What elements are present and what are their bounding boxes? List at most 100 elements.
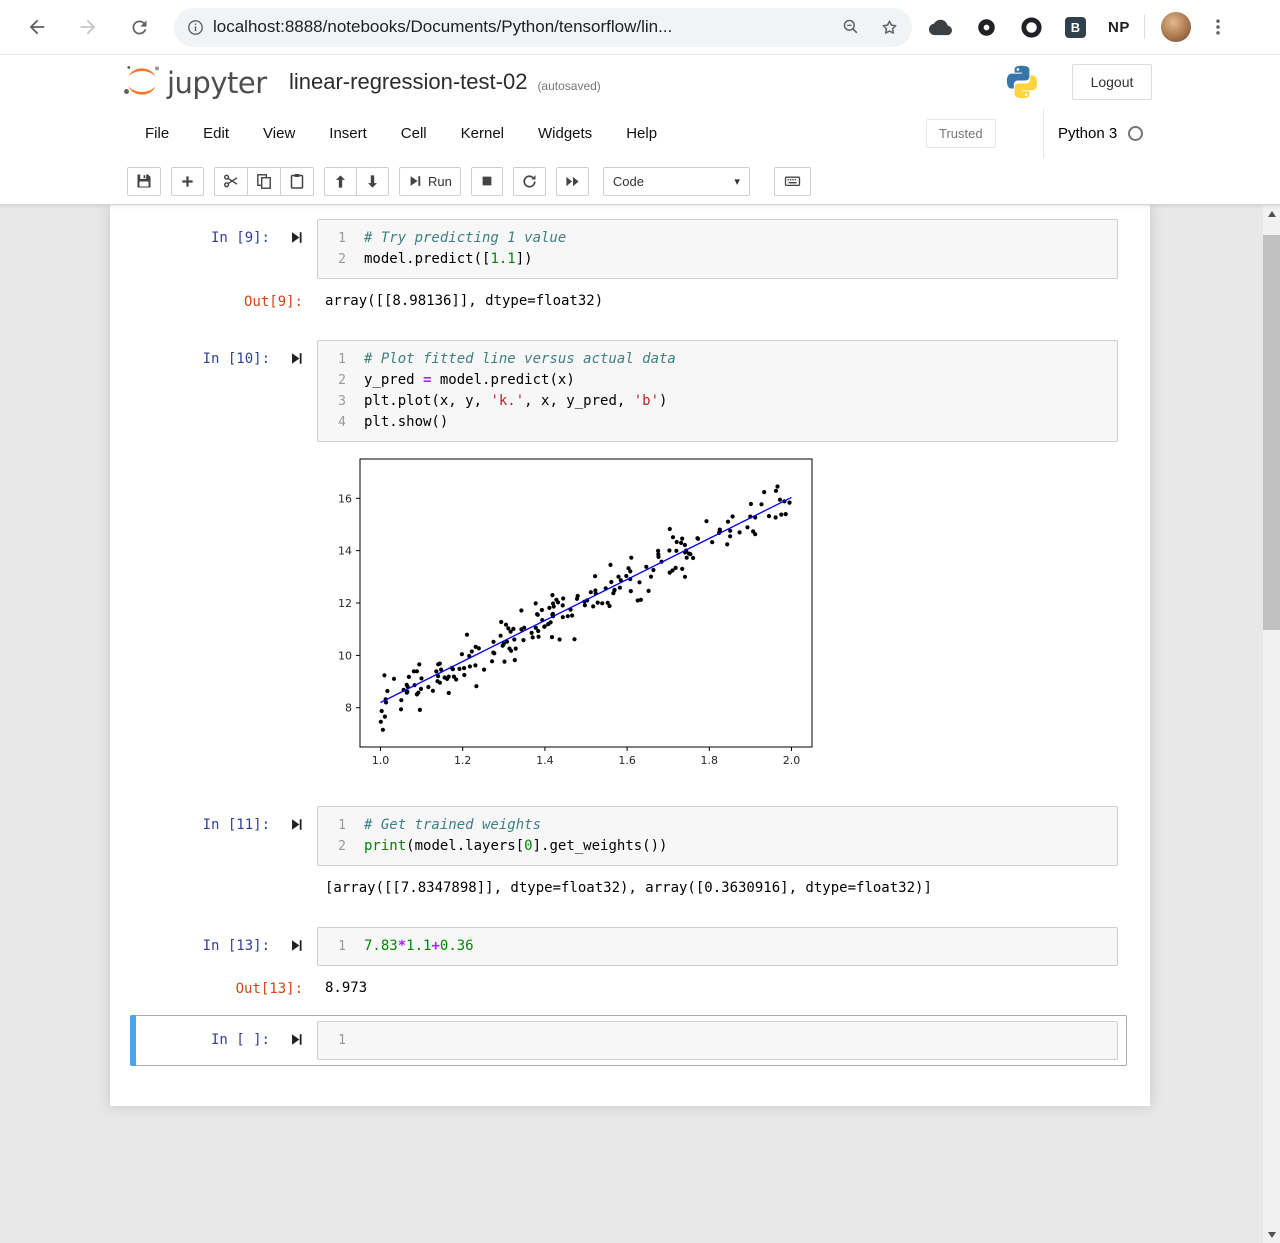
run-cell-icon[interactable]: [290, 939, 303, 957]
input-prompt: In [13]:: [203, 936, 270, 957]
svg-text:1.0: 1.0: [372, 754, 390, 767]
page-info-icon[interactable]: [186, 18, 205, 37]
svg-text:8: 8: [345, 702, 352, 715]
extension-donut-icon[interactable]: [975, 16, 998, 39]
line-number: 1: [318, 349, 352, 370]
code-cell[interactable]: In [11]: 1# Get trained weights 2print(m…: [130, 800, 1127, 907]
move-cell-up-button[interactable]: [324, 167, 357, 196]
matplotlib-figure: 1.01.21.41.61.82.0810121416: [317, 450, 829, 780]
zoom-icon[interactable]: [841, 17, 861, 37]
menu-view[interactable]: View: [246, 125, 312, 142]
scroll-up-button[interactable]: [1263, 205, 1280, 222]
menu-file[interactable]: File: [128, 125, 186, 142]
notebook-site: In [9]: 1# Try predicting 1 value 2model…: [0, 205, 1263, 1243]
line-number: 4: [318, 412, 352, 433]
menu-help[interactable]: Help: [609, 125, 674, 142]
code-token: # Get trained weights: [364, 817, 541, 833]
menu-edit[interactable]: Edit: [186, 125, 246, 142]
scrollbar[interactable]: [1263, 205, 1280, 1243]
arrow-up-icon: [333, 174, 348, 189]
input-prompt: In [9]:: [211, 228, 270, 249]
extension-cloud-icon[interactable]: [928, 15, 953, 40]
step-forward-icon: [408, 174, 422, 188]
code-cell[interactable]: In [13]: 17.83*1.1+0.36 Out[13]: 8.973: [130, 921, 1127, 1007]
extension-np-icon[interactable]: NP: [1108, 19, 1130, 36]
notebook-title[interactable]: linear-regression-test-02: [289, 69, 527, 95]
line-number: 2: [318, 836, 352, 857]
code-token: ].get_weights()): [533, 838, 668, 854]
menu-kernel[interactable]: Kernel: [444, 125, 521, 142]
code-editor[interactable]: 1# Try predicting 1 value 2model.predict…: [317, 219, 1118, 279]
menu-insert[interactable]: Insert: [312, 125, 384, 142]
run-cell-icon[interactable]: [290, 231, 303, 249]
cut-cell-button[interactable]: [214, 167, 248, 196]
menu-cell[interactable]: Cell: [384, 125, 444, 142]
scatter-plot: 1.01.21.41.61.82.0810121416: [319, 450, 829, 780]
code-token: 0: [524, 838, 532, 854]
code-token: ]): [516, 251, 533, 267]
code-token: ): [659, 393, 667, 409]
url-text[interactable]: localhost:8888/notebooks/Documents/Pytho…: [213, 17, 841, 37]
run-cell-icon[interactable]: [290, 1033, 303, 1051]
copy-cell-button[interactable]: [247, 167, 281, 196]
profile-avatar[interactable]: [1161, 12, 1191, 42]
run-button[interactable]: Run: [399, 167, 461, 196]
svg-text:16: 16: [338, 492, 352, 505]
code-cell[interactable]: In [10]: 1 # Plot fitted line versus actu…: [130, 334, 1127, 786]
code-editor[interactable]: 17.83*1.1+0.36: [317, 927, 1118, 966]
move-cell-down-button[interactable]: [356, 167, 389, 196]
line-number: 1: [318, 1030, 352, 1051]
back-button[interactable]: [24, 14, 50, 40]
logout-button[interactable]: Logout: [1072, 64, 1152, 100]
code-cell[interactable]: In [9]: 1# Try predicting 1 value 2model…: [130, 213, 1127, 320]
restart-kernel-button[interactable]: [513, 167, 546, 196]
reload-button[interactable]: [126, 14, 152, 40]
line-number: 1: [318, 936, 352, 957]
code-token: model.predict([: [364, 251, 490, 267]
jupyter-logo[interactable]: jupyter: [122, 63, 267, 100]
extension-icons: B NP: [928, 15, 1130, 40]
code-editor[interactable]: 1: [317, 1021, 1118, 1060]
trusted-badge: Trusted: [926, 119, 996, 148]
save-button[interactable]: [127, 167, 161, 196]
svg-text:12: 12: [338, 597, 352, 610]
input-prompt: In [10]:: [203, 349, 270, 370]
jupyter-planet-icon: [122, 63, 162, 100]
run-cell-icon[interactable]: [290, 818, 303, 836]
autosave-status: (autosaved): [537, 79, 600, 93]
jupyter-header: jupyter linear-regression-test-02 (autos…: [0, 55, 1280, 109]
code-token: 7.83: [364, 938, 398, 954]
extension-ring-icon[interactable]: [1020, 16, 1043, 39]
back-arrow-icon: [26, 16, 48, 38]
address-bar[interactable]: localhost:8888/notebooks/Documents/Pytho…: [174, 8, 912, 47]
browser-menu-button[interactable]: [1205, 14, 1231, 40]
arrow-down-icon: [365, 174, 380, 189]
add-cell-button[interactable]: [171, 167, 204, 196]
bookmark-star-icon[interactable]: [879, 17, 900, 38]
paste-cell-button[interactable]: [280, 167, 314, 196]
interrupt-kernel-button[interactable]: [471, 167, 503, 196]
scroll-down-icon: [1268, 1232, 1276, 1238]
run-cell-icon[interactable]: [290, 352, 303, 370]
code-token: # Plot fitted line versus actual data: [364, 351, 676, 367]
cell-type-dropdown[interactable]: Code ▾: [603, 167, 750, 196]
code-token: plt.plot(x, y,: [364, 393, 490, 409]
menu-widgets[interactable]: Widgets: [521, 125, 609, 142]
scrollbar-thumb[interactable]: [1263, 235, 1280, 630]
paste-icon: [289, 173, 305, 189]
restart-run-all-button[interactable]: [556, 167, 589, 196]
code-editor[interactable]: 1 # Plot fitted line versus actual data 2…: [317, 340, 1118, 442]
line-number: 2: [318, 370, 352, 391]
command-palette-button[interactable]: [774, 167, 811, 196]
svg-text:1.6: 1.6: [618, 754, 636, 767]
run-label: Run: [428, 174, 452, 189]
browser-toolbar: localhost:8888/notebooks/Documents/Pytho…: [0, 0, 1280, 55]
svg-text:1.4: 1.4: [536, 754, 554, 767]
extension-b-icon[interactable]: B: [1065, 17, 1086, 38]
svg-text:2.0: 2.0: [783, 754, 801, 767]
code-token: y_pred: [364, 372, 423, 388]
code-cell-selected[interactable]: In [ ]: 1: [130, 1015, 1127, 1066]
forward-button[interactable]: [75, 14, 101, 40]
code-editor[interactable]: 1# Get trained weights 2print(model.laye…: [317, 806, 1118, 866]
scroll-down-button[interactable]: [1263, 1226, 1280, 1243]
